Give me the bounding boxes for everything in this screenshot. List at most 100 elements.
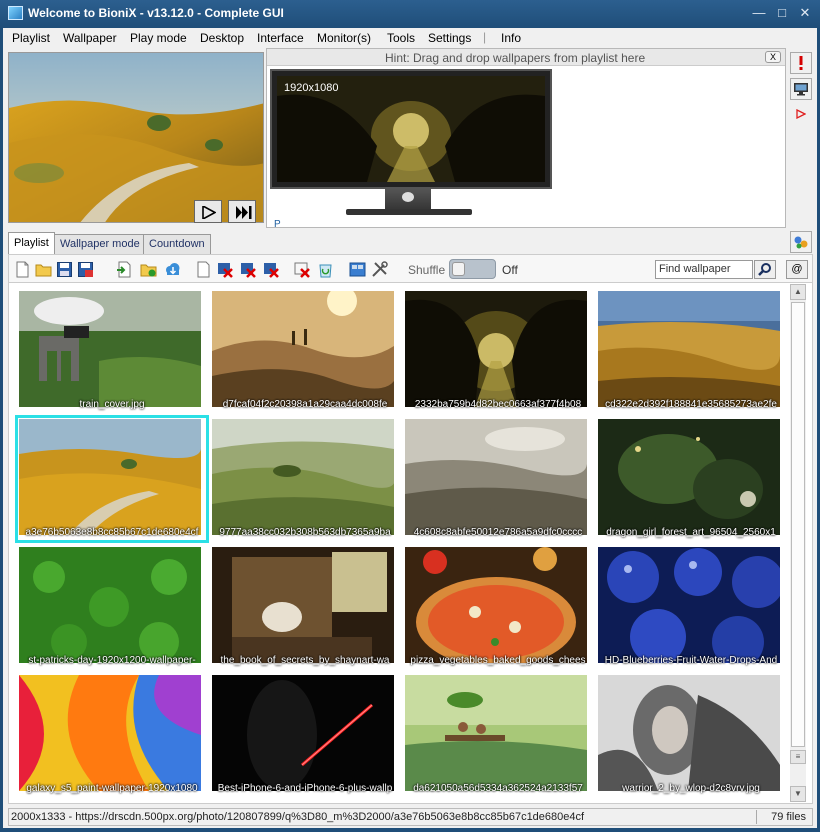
thumbnail-item[interactable]: 9777aa38cc032b308b563db7365a9ba [210,417,400,541]
grid-scrollbar[interactable]: ▲ ≡ ▼ [790,284,806,802]
thumbnail-item-selected[interactable]: a3e76b5063e8b8cc85b67c1de680e4cf [15,415,209,543]
thumbnail-item[interactable]: 4c608c8abfe50012e786a5a9dfc0cccc [403,417,593,541]
monitor-settings-button[interactable] [790,78,812,100]
app-icon [8,6,23,20]
next-wallpaper-button[interactable] [228,200,256,223]
blank-page-icon[interactable] [195,261,212,278]
open-folder-icon[interactable] [35,261,52,278]
client-area: Playlist Wallpaper Play mode Desktop Int… [3,28,817,828]
menu-monitors[interactable]: Monitor(s) [317,31,371,45]
remove-missing-icon[interactable] [240,261,257,278]
thumbnail-item[interactable]: d7fcaf04f2c20398a1a29caa4dc008fe [210,289,400,413]
hint-text: Hint: Drag and drop wallpapers from play… [385,51,646,65]
thumbnail-caption: Best-iPhone-6-and-iPhone-6-plus-wallp [217,783,393,794]
thumbnail-caption: 2332ba759b4d82bec0663af377f4b08 [414,399,582,410]
minimize-button[interactable]: — [749,4,769,22]
close-button[interactable]: ✕ [795,4,815,22]
window-title: Welcome to BioniX - v13.12.0 - Complete … [28,6,284,20]
thumbnail-caption: train_cover.jpg [79,399,145,410]
scroll-down-button[interactable]: ▼ [790,786,806,802]
title-bar[interactable]: Welcome to BioniX - v13.12.0 - Complete … [0,0,820,28]
tools-icon[interactable] [371,261,388,278]
monitor-primary-label: P [274,219,281,230]
menu-play-mode[interactable]: Play mode [130,31,187,45]
thumbnail-caption: the_book_of_secrets_by_shaynart-wa [220,655,390,666]
menu-desktop[interactable]: Desktop [200,31,244,45]
thumbnail-item[interactable]: dragon_girl_forest_art_96504_2560x1 [596,417,786,541]
status-bar: 2000x1333 - https://drscdn.500px.org/pho… [8,808,813,826]
menu-bar: Playlist Wallpaper Play mode Desktop Int… [3,28,817,48]
delete-file-icon[interactable] [294,261,311,278]
thumbnail-caption: dragon_girl_forest_art_96504_2560x1 [606,527,776,538]
thumbnail-item[interactable]: warrior_2_by_wlop-d2c8vrv.jpg [596,673,786,797]
add-folder-icon[interactable] [140,261,157,278]
menu-settings[interactable]: Settings [428,31,471,45]
monitor-stand [385,189,431,211]
thumbnail-item[interactable]: da621050a56d5334a362524a2133f57 [403,673,593,797]
thumbnail-caption: galaxy_s5_paint-wallpaper-1920x1080 [26,783,198,794]
hint-bar: Hint: Drag and drop wallpapers from play… [267,49,785,66]
menu-wallpaper[interactable]: Wallpaper [63,31,117,45]
monitor-resolution: 1920x1080 [284,82,339,94]
remove-icon[interactable] [217,261,234,278]
thumbnail-item[interactable]: the_book_of_secrets_by_shaynart-wa [210,545,400,669]
thumbnail-item[interactable]: st-patricks-day-1920x1200-wallpaper- [17,545,207,669]
tab-wallpaper-mode[interactable]: Wallpaper mode [54,234,146,254]
monitor-drop-area[interactable]: Hint: Drag and drop wallpapers from play… [266,48,786,230]
thumbnail-item[interactable]: train_cover.jpg [17,289,207,413]
view-icon[interactable] [349,261,366,278]
restore-button[interactable]: □ [772,4,792,22]
shuffle-state: Off [502,263,518,277]
thumbnail-caption: 9777aa38cc032b308b563db7365a9ba [219,527,391,538]
cloud-download-icon[interactable] [164,261,181,278]
menu-interface[interactable]: Interface [257,31,304,45]
thumbnail-item[interactable]: HD-Blueberries-Fruit-Water-Drops-And [596,545,786,669]
monitor-base [346,209,472,215]
import-icon[interactable] [116,261,133,278]
play-button[interactable] [194,200,222,223]
thumbnail-item[interactable]: cd322e2d392f188841e35685273ae2fe [596,289,786,413]
play-red-icon[interactable] [796,108,807,122]
remove-all-icon[interactable] [263,261,280,278]
find-wallpaper-input[interactable]: Find wallpaper [655,260,753,279]
monitor-screen: 1920x1080 [277,76,545,182]
menu-playlist[interactable]: Playlist [12,31,50,45]
tab-playlist[interactable]: Playlist [8,232,55,254]
thumbnail-item[interactable]: pizza_vegetables_baked_goods_chees [403,545,593,669]
thumbnail-item[interactable]: galaxy_s5_paint-wallpaper-1920x1080 [17,673,207,797]
thumbnail-item[interactable]: 2332ba759b4d82bec0663af377f4b08 [403,289,593,413]
scroll-grip-button[interactable]: ≡ [790,750,806,764]
status-path: 2000x1333 - https://drscdn.500px.org/pho… [11,811,585,823]
scroll-up-button[interactable]: ▲ [790,284,806,300]
menu-separator: | [483,30,487,44]
hint-close-button[interactable]: X [765,51,781,63]
app-window: Welcome to BioniX - v13.12.0 - Complete … [0,0,820,832]
scroll-thumb[interactable] [791,302,805,747]
play-icon [202,206,216,219]
monitor-1[interactable]: 1920x1080 [270,69,552,189]
status-separator [756,810,757,824]
menu-tools[interactable]: Tools [387,31,415,45]
alert-icon [799,56,803,70]
alert-button[interactable] [790,52,812,74]
thumbnail-caption: HD-Blueberries-Fruit-Water-Drops-And [604,655,778,666]
skip-next-icon [236,206,252,219]
new-icon[interactable] [14,261,31,278]
save-as-icon[interactable] [77,261,94,278]
shuffle-toggle[interactable] [449,259,496,279]
menu-info[interactable]: Info [501,31,521,45]
find-button[interactable] [754,260,776,279]
thumbnail-caption: warrior_2_by_wlop-d2c8vrv.jpg [622,783,760,794]
search-icon [758,263,771,276]
toggle-knob [452,262,465,276]
tab-countdown[interactable]: Countdown [143,234,211,254]
at-button[interactable]: @ [786,260,808,279]
thumbnail-caption: 4c608c8abfe50012e786a5a9dfc0cccc [413,527,583,538]
thumbnail-caption: cd322e2d392f188841e35685273ae2fe [605,399,777,410]
thumbnail-caption: pizza_vegetables_baked_goods_chees [410,655,586,666]
save-icon[interactable] [56,261,73,278]
status-file-count: 79 files [771,811,806,823]
recycle-icon[interactable] [317,261,334,278]
thumbnail-caption: a3e76b5063e8b8cc85b67c1de680e4cf [25,527,199,538]
thumbnail-item[interactable]: Best-iPhone-6-and-iPhone-6-plus-wallp [210,673,400,797]
